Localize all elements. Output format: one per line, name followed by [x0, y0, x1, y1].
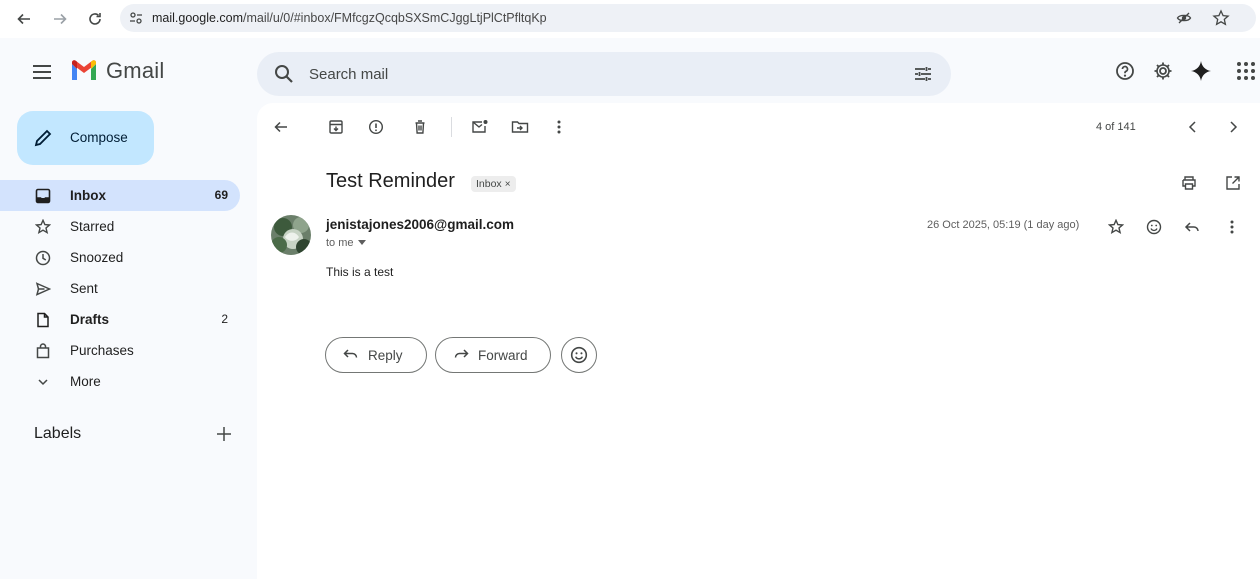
newer-chevron-left-icon[interactable]: [1183, 117, 1203, 137]
settings-gear-icon[interactable]: [1152, 60, 1174, 82]
inbox-icon: [34, 187, 52, 205]
sidebar-item-label: Starred: [70, 219, 115, 234]
reply-arrow-icon[interactable]: [1182, 217, 1202, 237]
remove-label-icon[interactable]: ×: [505, 179, 511, 190]
sidebar-item-label: Sent: [70, 281, 98, 296]
email-body: This is a test: [326, 265, 394, 279]
gmail-m-icon: [72, 60, 96, 80]
older-chevron-right-icon[interactable]: [1223, 117, 1243, 137]
browser-toolbar: mail.google.com/mail/u/0/#inbox/FMfcgzQc…: [0, 0, 1260, 38]
search-input[interactable]: [309, 63, 869, 85]
url-host: mail.google.com: [152, 11, 244, 25]
forward-button[interactable]: Forward: [435, 337, 551, 373]
sidebar-item-label: Purchases: [70, 343, 134, 358]
report-spam-icon[interactable]: [366, 117, 386, 137]
search-bar[interactable]: [257, 52, 951, 96]
shopping-bag-icon: [34, 342, 52, 360]
bookmark-star-icon[interactable]: [1212, 9, 1230, 27]
recipient-text: to me: [326, 237, 354, 249]
sidebar-item-label: Drafts: [70, 312, 110, 327]
toolbar-divider: [451, 117, 452, 137]
chevron-down-icon: [34, 373, 52, 391]
sidebar-item-drafts[interactable]: Drafts 2: [0, 304, 240, 335]
sender-avatar[interactable]: [271, 215, 311, 255]
delete-trash-icon[interactable]: [410, 117, 430, 137]
sidebar-item-snoozed[interactable]: Snoozed: [0, 242, 240, 273]
add-label-plus-icon[interactable]: [214, 424, 234, 444]
compose-label: Compose: [70, 130, 128, 145]
draft-icon: [34, 311, 52, 329]
message-more-options-icon[interactable]: [1222, 217, 1242, 237]
url-path: /mail/u/0/#inbox/FMfcgzQcqbSXSmCJggLtjPl…: [243, 11, 547, 25]
sidebar-item-more[interactable]: More: [0, 366, 240, 397]
main-menu-icon[interactable]: [30, 60, 54, 84]
archive-icon[interactable]: [326, 117, 346, 137]
app-name: Gmail: [106, 58, 165, 83]
clock-icon: [34, 249, 52, 267]
sidebar-item-label: Snoozed: [70, 250, 124, 265]
sidebar-item-starred[interactable]: Starred: [0, 211, 240, 242]
help-icon[interactable]: [1114, 60, 1136, 82]
inbox-label-chip[interactable]: Inbox ×: [471, 176, 516, 192]
back-to-inbox-icon[interactable]: [271, 117, 291, 137]
email-subject: Test Reminder: [326, 170, 455, 192]
sidebar-item-sent[interactable]: Sent: [0, 273, 240, 304]
labels-heading: Labels: [34, 425, 82, 442]
address-bar[interactable]: mail.google.com/mail/u/0/#inbox/FMfcgzQc…: [120, 4, 1256, 32]
eye-slash-icon[interactable]: [1176, 10, 1192, 26]
apps-grid-icon[interactable]: [1236, 60, 1256, 82]
app-header: Gmail: [0, 38, 1260, 102]
emoji-react-button[interactable]: [561, 337, 597, 373]
sidebar-item-label: Inbox: [70, 188, 106, 203]
message-view: 4 of 141 Test Reminder Inbox × jenistajo…: [257, 103, 1260, 579]
pencil-icon: [33, 128, 53, 148]
recipient-details[interactable]: to me: [326, 237, 366, 249]
reply-label: Reply: [368, 348, 403, 363]
gemini-sparkle-icon[interactable]: [1190, 60, 1212, 82]
open-in-new-window-icon[interactable]: [1223, 173, 1243, 193]
sender-email: jenistajones2006@gmail.com: [326, 217, 514, 232]
sidebar-item-purchases[interactable]: Purchases: [0, 335, 240, 366]
unread-count: 69: [214, 188, 228, 202]
message-position: 4 of 141: [1096, 121, 1136, 133]
mark-as-unread-icon[interactable]: [470, 117, 490, 137]
more-options-vertical-icon[interactable]: [549, 117, 569, 137]
sidebar-item-label: More: [70, 374, 101, 389]
forward-icon: [453, 348, 469, 362]
reply-button[interactable]: Reply: [325, 337, 427, 373]
compose-button[interactable]: Compose: [17, 111, 154, 165]
smiley-icon: [570, 346, 588, 364]
caret-down-icon: [357, 240, 366, 246]
forward-label: Forward: [478, 348, 528, 363]
site-info-icon[interactable]: [128, 10, 144, 26]
forward-arrow-icon[interactable]: [50, 9, 70, 29]
star-icon: [34, 218, 52, 236]
search-icon[interactable]: [273, 63, 295, 85]
sidebar-item-inbox[interactable]: Inbox 69: [0, 180, 240, 211]
reply-icon: [343, 348, 359, 362]
gmail-logo[interactable]: Gmail: [70, 58, 164, 84]
url-text: mail.google.com/mail/u/0/#inbox/FMfcgzQc…: [152, 11, 547, 25]
star-message-icon[interactable]: [1106, 217, 1126, 237]
draft-count: 2: [221, 312, 228, 326]
reload-icon[interactable]: [85, 9, 105, 29]
add-reaction-emoji-icon[interactable]: [1144, 217, 1164, 237]
message-date: 26 Oct 2025, 05:19 (1 day ago): [927, 219, 1080, 231]
label-chip-text: Inbox: [476, 178, 502, 190]
print-icon[interactable]: [1179, 173, 1199, 193]
move-to-folder-icon[interactable]: [510, 117, 530, 137]
sidebar-nav: Inbox 69 Starred Snoozed Sent Drafts 2 P…: [0, 180, 240, 397]
back-arrow-icon[interactable]: [14, 9, 34, 29]
send-icon: [34, 280, 52, 298]
search-options-icon[interactable]: [913, 64, 933, 84]
